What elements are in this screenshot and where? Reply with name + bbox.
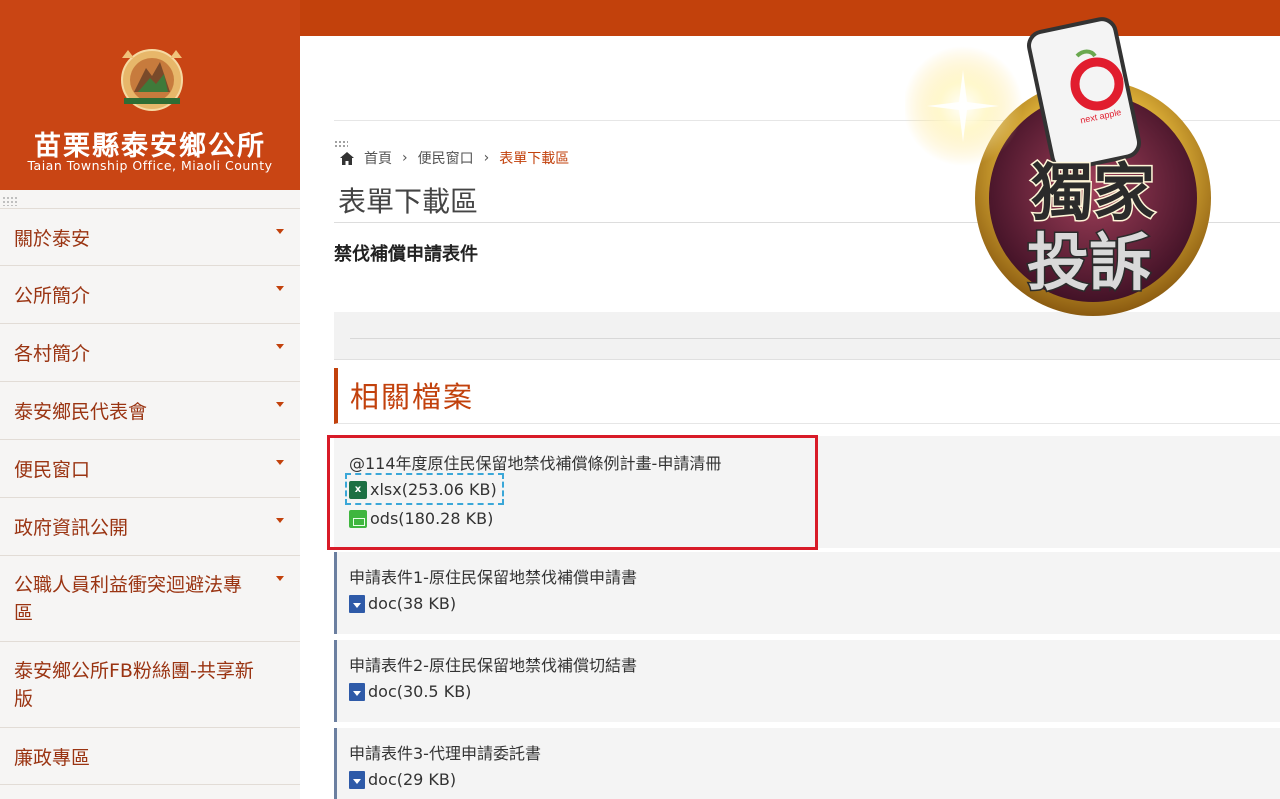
township-emblem-icon <box>121 49 183 111</box>
download-doc-link[interactable]: doc(29 KB) <box>349 770 456 789</box>
download-doc-link[interactable]: doc(30.5 KB) <box>349 682 471 701</box>
sidebar-item-label: 公所簡介 <box>14 285 91 307</box>
doc-icon <box>349 682 365 701</box>
sidebar-item-label: 關於泰安 <box>14 227 91 250</box>
article-subject: 禁伐補償申請表件 <box>334 244 478 265</box>
site-logo-block[interactable]: 苗栗縣泰安鄉公所 Taian Township Office, Miaoli C… <box>0 0 300 190</box>
file-item: 申請表件2-原住民保留地禁伐補償切結書 doc(30.5 KB) <box>334 640 1280 722</box>
breadcrumb-home[interactable]: 首頁 <box>364 148 392 168</box>
caret-down-icon <box>276 460 284 465</box>
sidebar-item-label: 便民窗口 <box>14 459 91 481</box>
sidebar-item-villages[interactable]: 各村簡介 <box>0 323 300 381</box>
drag-grip-icon <box>334 140 348 148</box>
sidebar-item-fb-fanpage[interactable]: 泰安鄉公所FB粉絲團-共享新版 <box>0 641 300 727</box>
breadcrumb: 首頁 › 便民窗口 › 表單下載區 <box>340 148 569 168</box>
caret-down-icon <box>276 576 284 581</box>
breadcrumb-separator: › <box>483 150 490 166</box>
file-item: 申請表件3-代理申請委託書 doc(29 KB) <box>334 728 1280 799</box>
sidebar-item-services[interactable]: 便民窗口 <box>0 439 300 497</box>
sidebar-item-label: 政府資訊公開 <box>14 517 129 539</box>
breadcrumb-current: 表單下載區 <box>499 151 570 167</box>
sidebar-item-office-intro[interactable]: 公所簡介 <box>0 265 300 323</box>
caret-down-icon <box>276 344 284 349</box>
sidebar-item-label: 廉政專區 <box>14 746 91 769</box>
doc-icon <box>349 594 365 613</box>
breadcrumb-separator: › <box>402 150 408 166</box>
sidebar-item-label: 各村簡介 <box>14 343 91 365</box>
breadcrumb-services[interactable]: 便民窗口 <box>418 148 474 168</box>
file-link-label: doc(38 KB) <box>368 594 457 613</box>
page-title: 表單下載區 <box>338 185 479 218</box>
section-title: 相關檔案 <box>350 380 475 414</box>
sidebar-item-about[interactable]: 關於泰安 <box>0 208 300 265</box>
exclusive-complaint-badge: next apple 獨家 投訴 <box>905 17 1211 316</box>
sidebar-item-conflict-of-interest[interactable]: 公職人員利益衝突迴避法專區 <box>0 555 300 641</box>
sidebar-item-label: 泰安鄉民代表會 <box>14 401 148 423</box>
sidebar-item-integrity[interactable]: 廉政專區 <box>0 727 300 785</box>
sidebar: 苗栗縣泰安鄉公所 Taian Township Office, Miaoli C… <box>0 0 300 799</box>
caret-down-icon <box>276 518 284 523</box>
badge-line-1: 獨家 <box>1031 156 1155 229</box>
file-title: 申請表件2-原住民保留地禁伐補償切結書 <box>349 656 637 675</box>
caret-down-icon <box>276 286 284 291</box>
related-files-heading: 相關檔案 <box>334 368 1280 424</box>
file-link-label: doc(29 KB) <box>368 770 457 789</box>
dashed-highlight-annotation <box>345 473 504 505</box>
home-icon[interactable] <box>340 151 354 165</box>
site-subtitle: Taian Township Office, Miaoli County <box>27 158 273 173</box>
badge-line-2: 投訴 <box>1027 226 1151 299</box>
sidebar-item-label: 泰安鄉公所FB粉絲團-共享新版 <box>14 659 254 710</box>
file-title: 申請表件1-原住民保留地禁伐補償申請書 <box>349 568 637 587</box>
caret-down-icon <box>276 402 284 407</box>
doc-icon <box>349 770 365 789</box>
file-link-label: doc(30.5 KB) <box>368 682 472 701</box>
download-doc-link[interactable]: doc(38 KB) <box>349 594 456 613</box>
caret-down-icon <box>276 229 284 234</box>
sidebar-item-gov-info[interactable]: 政府資訊公開 <box>0 497 300 555</box>
sidebar-item-council[interactable]: 泰安鄉民代表會 <box>0 381 300 439</box>
sidebar-nav: 關於泰安 公所簡介 各村簡介 泰安鄉民代表會 便民窗口 政府資訊公開 公職人員利… <box>0 208 300 785</box>
file-item: 申請表件1-原住民保留地禁伐補償申請書 doc(38 KB) <box>334 552 1280 634</box>
drag-grip-icon <box>2 196 18 206</box>
sidebar-item-label: 公職人員利益衝突迴避法專區 <box>14 573 243 624</box>
file-title: 申請表件3-代理申請委託書 <box>349 744 541 763</box>
divider <box>350 338 1280 339</box>
